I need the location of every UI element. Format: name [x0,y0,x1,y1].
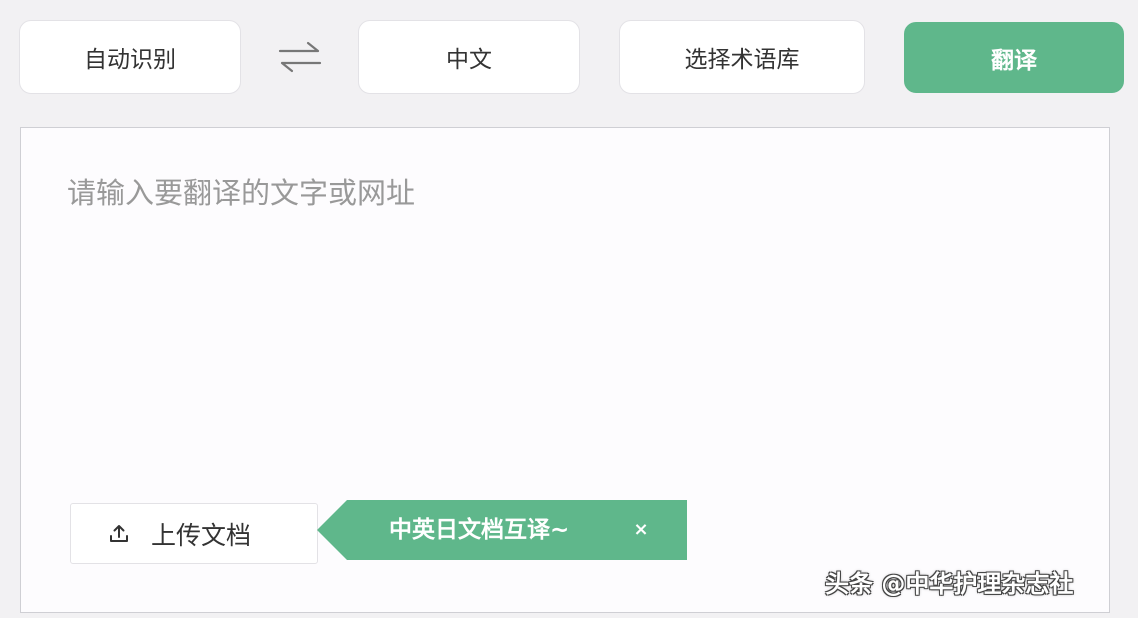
glossary-select-button[interactable]: 选择术语库 [619,20,865,94]
upload-icon [110,524,128,542]
glossary-label: 选择术语库 [684,47,800,73]
translation-input-panel: 上传文档 中英日文档互译~ × [20,127,1110,613]
source-language-label: 自动识别 [84,47,176,73]
swap-arrows-icon [278,41,322,73]
target-language-button[interactable]: 中文 [358,20,580,94]
upload-document-label: 上传文档 [151,520,252,550]
upload-document-button[interactable]: 上传文档 [70,503,318,564]
target-language-label: 中文 [446,47,492,73]
translate-label: 翻译 [991,47,1037,74]
translate-button[interactable]: 翻译 [904,22,1124,93]
close-icon[interactable]: × [628,500,654,560]
translation-input[interactable] [67,170,1057,490]
promo-tooltip: 中英日文档互译~ × [317,500,687,560]
swap-languages-button[interactable] [276,40,324,74]
source-language-button[interactable]: 自动识别 [19,20,241,94]
promo-tooltip-text: 中英日文档互译~ [389,517,570,543]
watermark: 头条 @中华护理杂志社 [825,570,1074,598]
